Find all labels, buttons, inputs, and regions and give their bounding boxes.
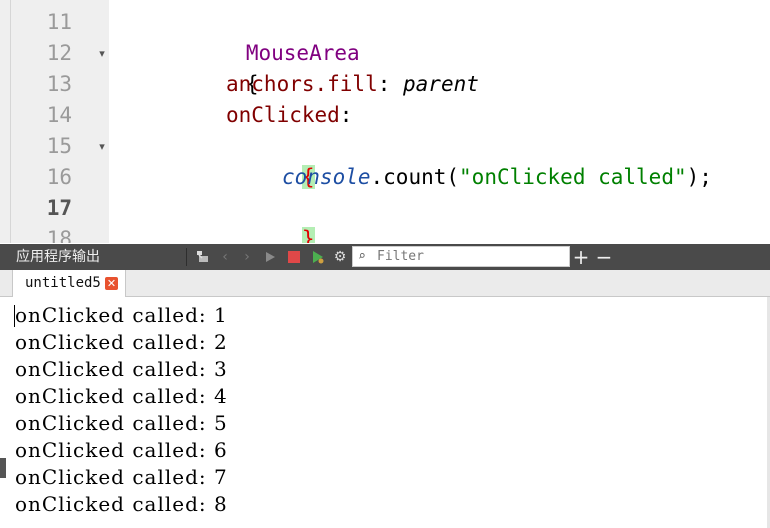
line-number: 15 bbox=[46, 134, 72, 158]
object-token: console bbox=[282, 165, 371, 189]
output-line: onClicked called: 1 bbox=[15, 303, 228, 327]
close-icon[interactable]: ✕ bbox=[105, 277, 118, 290]
zoom-in-button[interactable]: + bbox=[572, 244, 590, 270]
code-editor[interactable]: 11 12 ▾ 13 14 15 ▾ 16 17 18 MouseArea { … bbox=[0, 0, 770, 243]
line-number-gutter: 11 12 ▾ 13 14 15 ▾ 16 17 18 bbox=[11, 0, 109, 243]
toolbar-divider bbox=[186, 248, 187, 266]
tab-untitled5[interactable]: untitled5 ✕ bbox=[12, 270, 126, 297]
line-number: 11 bbox=[46, 10, 72, 34]
line-number: 14 bbox=[46, 103, 72, 127]
stop-icon[interactable] bbox=[284, 244, 304, 270]
line-number: 18 bbox=[46, 227, 72, 243]
code-line: { bbox=[226, 131, 770, 189]
application-output[interactable]: onClicked called: 1 onClicked called: 2 … bbox=[0, 297, 770, 528]
output-line: onClicked called: 2 bbox=[15, 330, 228, 354]
search-icon: ⌕ bbox=[358, 249, 366, 264]
filter-input[interactable]: ⌕ Filter bbox=[352, 246, 570, 267]
settings-gear-icon[interactable]: ⚙ bbox=[330, 244, 350, 270]
output-line: onClicked called: 5 bbox=[15, 411, 228, 435]
code-line: { bbox=[170, 38, 770, 96]
code-area[interactable]: MouseArea { anchors.fill: parent onClick… bbox=[109, 0, 770, 243]
previous-item-icon[interactable]: ‹ bbox=[216, 244, 234, 270]
attach-debugger-icon[interactable] bbox=[193, 244, 213, 270]
paren-token: ); bbox=[686, 165, 712, 189]
code-line: } bbox=[170, 224, 770, 243]
output-line: onClicked called: 4 bbox=[15, 384, 228, 408]
code-line: console.count("onClicked called"); bbox=[282, 162, 770, 193]
output-line: onClicked called: 3 bbox=[15, 357, 228, 381]
editor-left-strip bbox=[0, 0, 11, 243]
output-line: onClicked called: 6 bbox=[15, 438, 228, 462]
rerun-icon[interactable] bbox=[261, 244, 279, 270]
output-line: onClicked called: 8 bbox=[15, 492, 228, 516]
debug-run-icon[interactable] bbox=[308, 244, 328, 270]
string-token: "onClicked called" bbox=[459, 165, 687, 189]
text-cursor bbox=[14, 305, 15, 327]
code-line: onClicked: bbox=[226, 100, 770, 131]
code-line: } bbox=[226, 193, 770, 243]
fold-chevron-icon[interactable]: ▾ bbox=[94, 131, 110, 162]
zoom-out-button[interactable]: − bbox=[595, 244, 613, 270]
splitter-handle[interactable] bbox=[0, 458, 6, 478]
line-number: 13 bbox=[46, 72, 72, 96]
code-line: MouseArea bbox=[170, 7, 770, 65]
value-token: parent bbox=[403, 72, 479, 96]
property-token: anchors.fill bbox=[226, 72, 378, 96]
tab-label: untitled5 bbox=[25, 275, 101, 291]
filter-placeholder: Filter bbox=[377, 249, 424, 264]
current-line-number: 17 bbox=[46, 196, 72, 220]
colon-token: : bbox=[377, 72, 404, 96]
line-number: 16 bbox=[46, 165, 72, 189]
handler-token: onClicked bbox=[226, 103, 340, 127]
line-number: 12 bbox=[46, 41, 72, 65]
output-tab-bar: untitled5 ✕ bbox=[0, 270, 770, 297]
colon-token: : bbox=[339, 103, 353, 127]
next-item-icon[interactable]: › bbox=[238, 244, 256, 270]
output-line: onClicked called: 7 bbox=[15, 465, 228, 489]
method-token: .count( bbox=[370, 165, 460, 189]
fold-chevron-icon[interactable]: ▾ bbox=[94, 38, 110, 69]
output-pane-title: 应用程序输出 bbox=[16, 249, 100, 265]
code-line: anchors.fill: parent bbox=[226, 69, 770, 100]
